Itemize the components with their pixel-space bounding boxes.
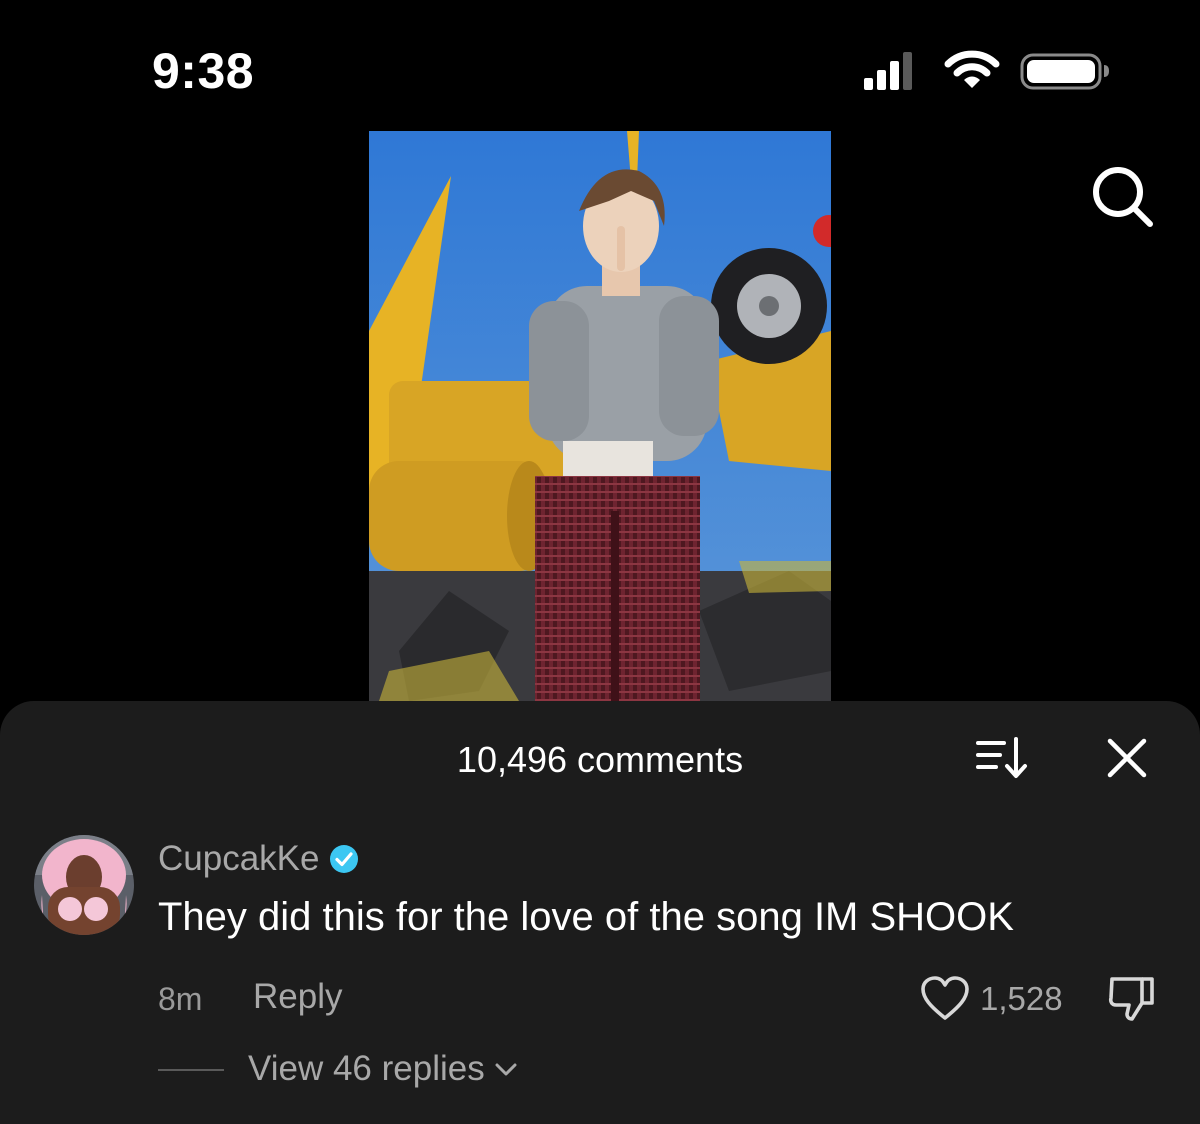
avatar-image — [34, 835, 134, 935]
comment-body: They did this for the love of the song I… — [158, 895, 1014, 939]
signal-icon — [864, 52, 912, 90]
view-replies-button[interactable]: View 46 replies — [248, 1049, 519, 1089]
comment-username[interactable]: CupcakKe — [158, 839, 359, 879]
replies-divider — [158, 1069, 224, 1071]
dislike-icon — [1108, 977, 1154, 1021]
comments-sheet: 10,496 comments CupcakKe They did this f… — [0, 701, 1200, 1124]
video-frame — [369, 131, 831, 701]
verified-icon — [330, 845, 359, 873]
view-replies-label: View 46 replies — [248, 1049, 485, 1088]
avatar[interactable] — [34, 835, 134, 935]
heart-icon — [921, 976, 969, 1020]
comment-timestamp: 8m — [158, 981, 203, 1017]
sort-icon — [976, 737, 1027, 778]
reply-button[interactable]: Reply — [253, 977, 342, 1017]
search-icon — [1093, 167, 1153, 227]
sort-button[interactable] — [974, 735, 1030, 781]
close-button[interactable] — [1104, 735, 1150, 781]
username-text: CupcakKe — [158, 839, 320, 878]
like-button[interactable]: 1,528 — [920, 975, 1063, 1023]
close-icon — [1107, 738, 1147, 778]
status-time: 9:38 — [152, 43, 255, 99]
wifi-icon — [944, 50, 1000, 88]
search-button[interactable] — [1088, 162, 1158, 232]
dislike-button[interactable] — [1106, 975, 1158, 1023]
like-count: 1,528 — [980, 980, 1063, 1017]
video-player[interactable] — [369, 131, 831, 701]
chevron-down-icon — [495, 1063, 517, 1076]
status-bar: 9:38 — [0, 0, 1200, 130]
battery-icon — [1020, 53, 1109, 90]
